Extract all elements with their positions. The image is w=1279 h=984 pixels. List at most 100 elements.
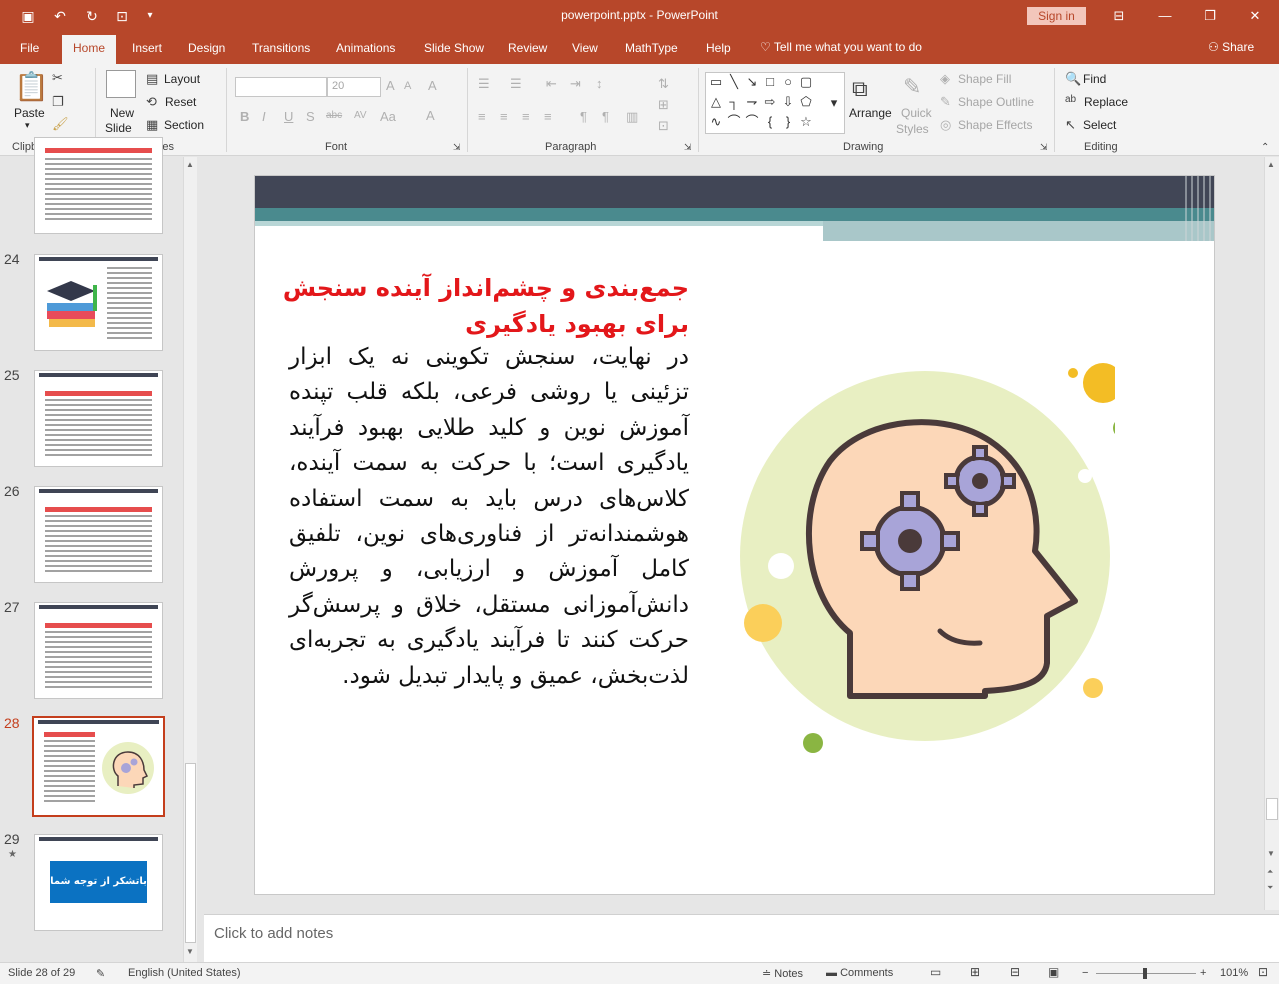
next-slide-icon[interactable]: ⏷	[1267, 883, 1273, 893]
tell-me-search[interactable]: ♡ Tell me what you want to do	[760, 40, 922, 54]
character-spacing-icon[interactable]: AV	[354, 110, 367, 121]
bold-icon[interactable]: B	[240, 109, 249, 124]
slideshow-view-icon[interactable]: ▣	[1048, 965, 1059, 979]
shapes-gallery[interactable]: ▭ ╲ ↘ □ ○ ▢ △ ┐ ⇁ ⇨ ⇩ ⬠ ∿ ⌒ ⌒ { } ☆ ▾	[705, 72, 845, 134]
section-icon[interactable]: ▦	[146, 117, 158, 133]
numbering-icon[interactable]: ☰	[510, 76, 522, 92]
zoom-level[interactable]: 101%	[1220, 967, 1248, 979]
slide-thumbnail-24[interactable]	[34, 254, 163, 351]
shape-fill-button[interactable]: Shape Fill	[958, 72, 1011, 86]
tab-home[interactable]: Home	[62, 35, 117, 64]
section-button[interactable]: Section	[164, 118, 204, 132]
new-slide-button[interactable]: New	[110, 106, 134, 120]
paragraph-launcher-icon[interactable]: ⇲	[684, 142, 692, 153]
brace-right-shape-icon[interactable]: }	[780, 114, 796, 130]
font-color-icon[interactable]: A	[426, 108, 435, 123]
notes-pane[interactable]: Click to add notes	[204, 914, 1279, 962]
font-size-box[interactable]: 20	[327, 77, 381, 97]
line-shape-icon[interactable]: ╲	[726, 74, 742, 90]
brace-left-shape-icon[interactable]: {	[762, 114, 778, 130]
quick-styles-button-2[interactable]: Styles	[896, 122, 929, 136]
decrease-font-icon[interactable]: A	[404, 80, 411, 92]
text-shadow-icon[interactable]: S	[306, 109, 315, 124]
thumbnail-scrollbar[interactable]: ▲ ▼	[183, 157, 197, 962]
justify-icon[interactable]: ≡	[544, 109, 552, 124]
star-shape-icon[interactable]: ☆	[798, 114, 814, 130]
gallery-more-icon[interactable]: ▾	[826, 95, 842, 111]
shape-outline-button[interactable]: Shape Outline	[958, 95, 1034, 109]
replace-button[interactable]: Replace	[1084, 95, 1128, 109]
ltr-icon[interactable]: ¶	[580, 109, 587, 124]
reading-view-icon[interactable]: ⊟	[1010, 965, 1020, 979]
scroll-thumb[interactable]	[185, 763, 196, 943]
arc-shape-icon[interactable]: ⌒	[726, 114, 742, 130]
drawing-launcher-icon[interactable]: ⇲	[1040, 142, 1048, 153]
triangle-shape-icon[interactable]: △	[708, 94, 724, 110]
layout-icon[interactable]: ▤	[146, 71, 158, 87]
down-arrow-shape-icon[interactable]: ⇩	[780, 94, 796, 110]
columns-icon[interactable]: ▥	[626, 109, 638, 125]
arrow-shape-icon[interactable]: ↘	[744, 74, 760, 90]
paste-icon[interactable]: 📋	[14, 70, 49, 103]
collapse-ribbon-icon[interactable]: ⌃	[1261, 142, 1269, 153]
language-indicator[interactable]: English (United States)	[128, 967, 241, 979]
restore-button[interactable]: ❐	[1200, 6, 1220, 26]
copy-icon[interactable]: ❐	[52, 94, 64, 110]
oval-shape-icon[interactable]: ○	[780, 74, 796, 90]
layout-button[interactable]: Layout	[164, 72, 200, 86]
sign-in-button[interactable]: Sign in	[1027, 7, 1086, 25]
select-icon[interactable]: ↖	[1065, 117, 1076, 133]
strikethrough-icon[interactable]: abc	[326, 110, 342, 121]
scroll-up-icon[interactable]: ▲	[1267, 160, 1275, 169]
align-right-icon[interactable]: ≡	[522, 109, 530, 124]
zoom-out-icon[interactable]: −	[1082, 967, 1088, 979]
scroll-down-icon[interactable]: ▼	[1267, 849, 1275, 858]
zoom-in-icon[interactable]: +	[1200, 967, 1206, 979]
connector-shape-icon[interactable]: ⇁	[744, 94, 760, 110]
rounded-rect-shape-icon[interactable]: ▢	[798, 74, 814, 90]
arrange-button[interactable]: Arrange	[849, 106, 892, 120]
line-spacing-icon[interactable]: ↕	[596, 76, 603, 91]
reset-button[interactable]: Reset	[165, 95, 196, 109]
scroll-up-icon[interactable]: ▲	[186, 160, 194, 169]
tab-design[interactable]: Design	[188, 41, 225, 55]
shape-outline-icon[interactable]: ✎	[940, 94, 951, 110]
replace-icon[interactable]: ab	[1065, 94, 1076, 105]
textbox-shape-icon[interactable]: ▭	[708, 74, 724, 90]
arrange-icon[interactable]: ⧉	[852, 76, 868, 102]
quick-styles-button[interactable]: Quick	[901, 106, 932, 120]
format-painter-icon[interactable]: 🖌	[52, 116, 69, 132]
new-slide-icon[interactable]	[106, 70, 136, 98]
rtl-icon[interactable]: ¶	[602, 109, 609, 124]
italic-icon[interactable]: I	[262, 109, 266, 124]
tab-file[interactable]: File	[20, 41, 39, 55]
slide-thumbnail-26[interactable]	[34, 486, 163, 583]
slide-thumbnail-25[interactable]	[34, 370, 163, 467]
find-icon[interactable]: 🔍	[1065, 71, 1081, 87]
tab-slide-show[interactable]: Slide Show	[424, 41, 484, 55]
shape-fill-icon[interactable]: ◈	[940, 71, 950, 87]
text-direction-icon[interactable]: ⇅	[658, 76, 669, 92]
rectangle-shape-icon[interactable]: □	[762, 74, 778, 90]
change-case-icon[interactable]: Aa	[380, 109, 396, 124]
slide-sorter-icon[interactable]: ⊞	[970, 965, 980, 979]
slide-thumbnail-23[interactable]	[34, 137, 163, 234]
slide-title[interactable]: جمع‌بندی و چشم‌انداز آینده سنجش برای بهب…	[269, 270, 689, 342]
tab-review[interactable]: Review	[508, 41, 547, 55]
zoom-slider-thumb[interactable]	[1143, 968, 1147, 979]
new-slide-dropdown[interactable]: Slide	[105, 121, 132, 135]
shape-effects-icon[interactable]: ◎	[940, 117, 951, 133]
align-left-icon[interactable]: ≡	[478, 109, 486, 124]
scroll-down-icon[interactable]: ▼	[186, 947, 194, 956]
previous-slide-icon[interactable]: ⏶	[1267, 867, 1273, 877]
bullets-icon[interactable]: ☰	[478, 76, 490, 92]
clear-formatting-icon[interactable]: A	[428, 78, 437, 93]
find-button[interactable]: Find	[1083, 72, 1106, 86]
reset-icon[interactable]: ⟲	[146, 94, 157, 110]
select-button[interactable]: Select	[1083, 118, 1116, 132]
curve-shape-icon[interactable]: ∿	[708, 114, 724, 130]
font-name-box[interactable]	[235, 77, 327, 97]
cut-icon[interactable]: ✂	[52, 70, 63, 86]
underline-icon[interactable]: U	[284, 109, 293, 124]
paste-dropdown-icon[interactable]: ▾	[25, 120, 30, 131]
